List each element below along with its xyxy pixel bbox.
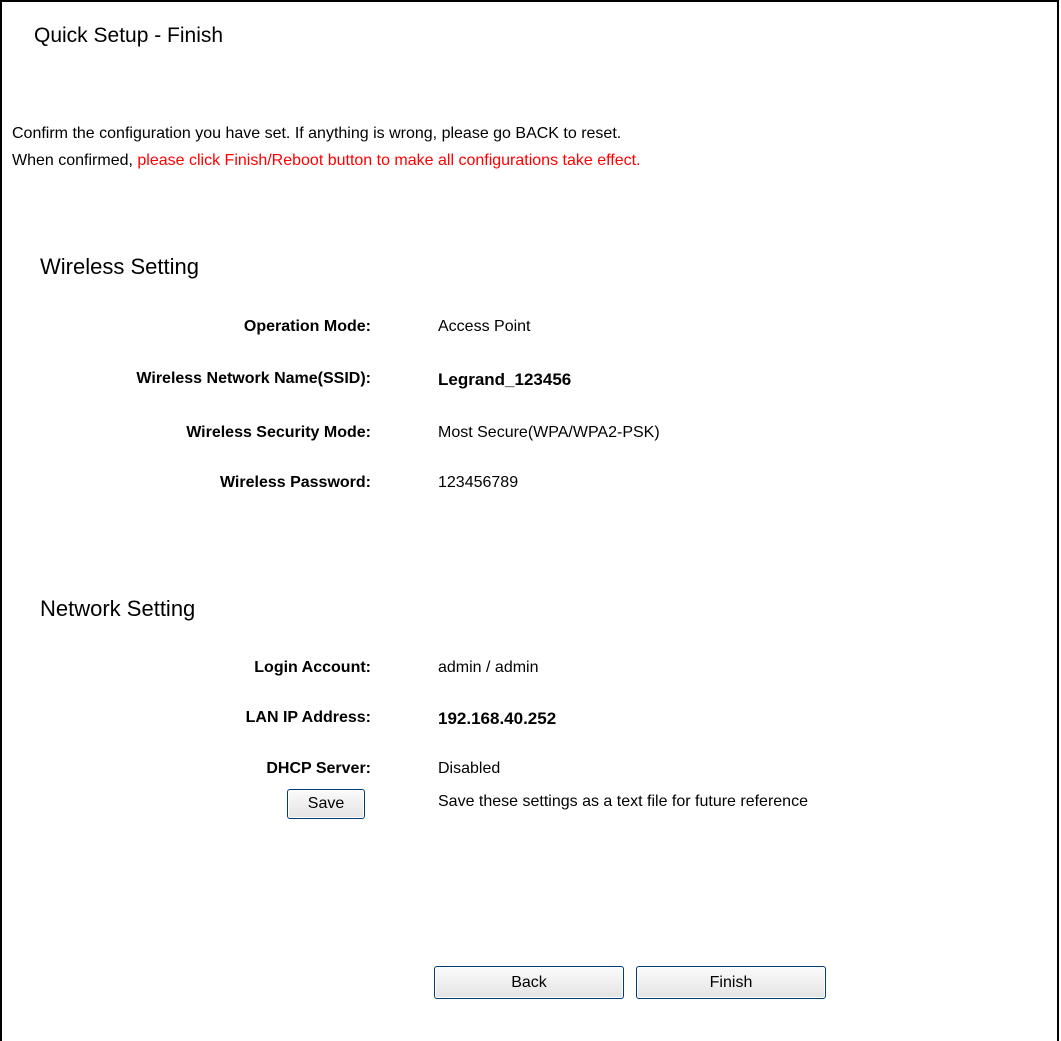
- lan-ip-row: LAN IP Address: 192.168.40.252: [0, 709, 1059, 739]
- security-mode-row: Wireless Security Mode: Most Secure(WPA/…: [0, 424, 1059, 454]
- intro-line-2-prefix: When confirmed,: [12, 152, 138, 169]
- intro-text: Confirm the configuration you have set. …: [12, 120, 640, 174]
- operation-mode-row: Operation Mode: Access Point: [0, 318, 1059, 348]
- save-button[interactable]: Save: [287, 789, 365, 819]
- ssid-row: Wireless Network Name(SSID): Legrand_123…: [0, 370, 1059, 400]
- network-setting-heading: Network Setting: [40, 596, 196, 621]
- lan-ip-value: 192.168.40.252: [438, 709, 557, 728]
- login-account-label: Login Account:: [254, 659, 371, 676]
- wireless-setting-heading: Wireless Setting: [40, 254, 199, 279]
- ssid-value: Legrand_123456: [438, 370, 572, 389]
- dhcp-server-row: DHCP Server: Disabled: [0, 760, 1059, 790]
- intro-line-1: Confirm the configuration you have set. …: [12, 125, 622, 142]
- login-account-row: Login Account: admin / admin: [0, 659, 1059, 689]
- security-mode-value: Most Secure(WPA/WPA2-PSK): [438, 424, 660, 441]
- login-account-value: admin / admin: [438, 659, 539, 676]
- wireless-password-label: Wireless Password:: [219, 474, 371, 491]
- page-title: Quick Setup - Finish: [34, 24, 224, 47]
- lan-ip-label: LAN IP Address:: [245, 709, 371, 726]
- dhcp-server-value: Disabled: [438, 760, 501, 777]
- save-note: Save these settings as a text file for f…: [438, 793, 808, 810]
- wireless-password-value: 123456789: [438, 474, 519, 491]
- finish-reboot-warning: please click Finish/Reboot button to mak…: [137, 152, 641, 169]
- security-mode-label: Wireless Security Mode:: [186, 424, 371, 441]
- dhcp-server-label: DHCP Server:: [266, 760, 371, 777]
- operation-mode-label: Operation Mode:: [243, 318, 371, 335]
- operation-mode-value: Access Point: [438, 318, 531, 335]
- finish-button[interactable]: Finish: [636, 966, 826, 999]
- wireless-password-row: Wireless Password: 123456789: [0, 474, 1059, 504]
- ssid-label: Wireless Network Name(SSID):: [136, 370, 371, 387]
- intro-line-2: When confirmed, please click Finish/Rebo…: [12, 147, 640, 174]
- back-button[interactable]: Back: [434, 966, 624, 999]
